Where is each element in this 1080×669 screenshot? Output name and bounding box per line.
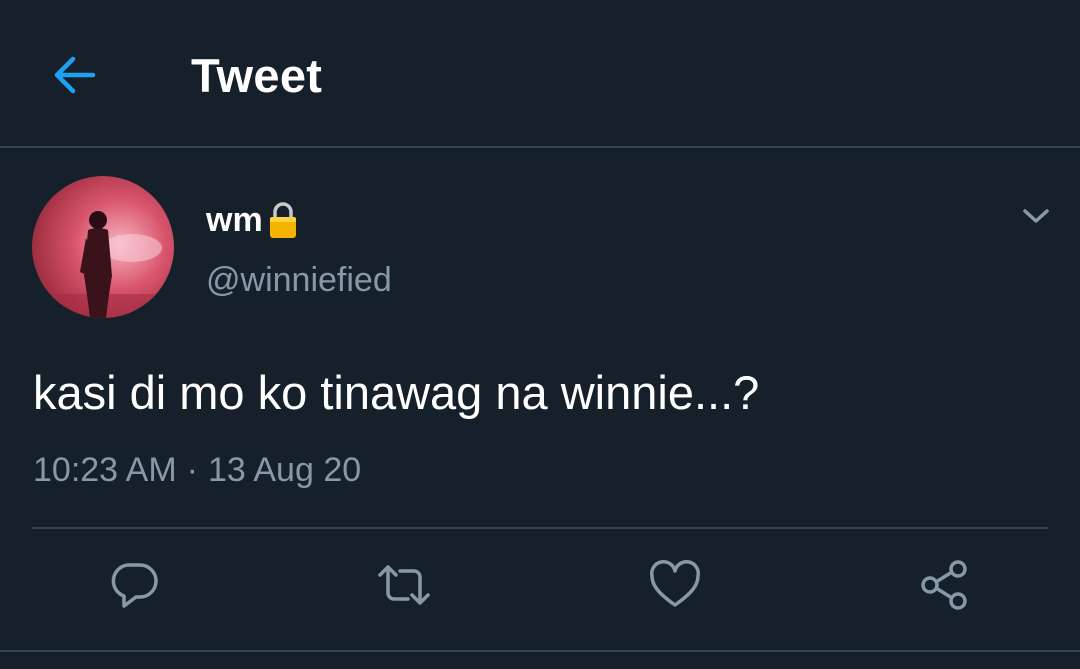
username[interactable]: @winniefied — [206, 258, 392, 302]
heart-icon — [649, 560, 701, 607]
chevron-down-icon — [1023, 209, 1049, 223]
divider — [32, 527, 1048, 529]
tweet: wm @winniefied kasi di mo ko tinawag na … — [0, 150, 1080, 669]
author-name-row: wm — [206, 196, 299, 244]
meta-separator: · — [186, 451, 198, 489]
tweet-text: kasi di mo ko tinawag na winnie...? — [33, 366, 760, 419]
top-bar: Tweet — [0, 0, 1080, 148]
page-title: Tweet — [191, 49, 323, 102]
bottom-divider — [0, 650, 1080, 652]
tweet-date: 13 Aug 20 — [207, 451, 362, 489]
back-button[interactable] — [44, 46, 104, 104]
display-name[interactable]: wm — [206, 198, 263, 242]
retweet-button[interactable] — [374, 555, 434, 615]
tweet-time: 10:23 AM — [33, 451, 177, 489]
reply-icon — [111, 563, 158, 608]
avatar[interactable] — [32, 176, 174, 318]
more-options-button[interactable] — [1014, 194, 1058, 238]
like-button[interactable] — [645, 555, 705, 615]
share-button[interactable] — [915, 555, 975, 615]
tweet-timestamp[interactable]: 10:23 AM · 13 Aug 20 — [33, 448, 361, 492]
tweet-actions — [0, 555, 1080, 625]
avatar-image — [32, 176, 174, 318]
reply-button[interactable] — [104, 555, 164, 615]
lock-icon — [269, 202, 296, 238]
tweet-detail-screen: Tweet wm @winniefied kasi di mo ko tinaw… — [0, 0, 1080, 669]
share-icon — [921, 560, 967, 610]
retweet-icon — [378, 565, 430, 605]
arrow-left-icon — [54, 56, 96, 94]
